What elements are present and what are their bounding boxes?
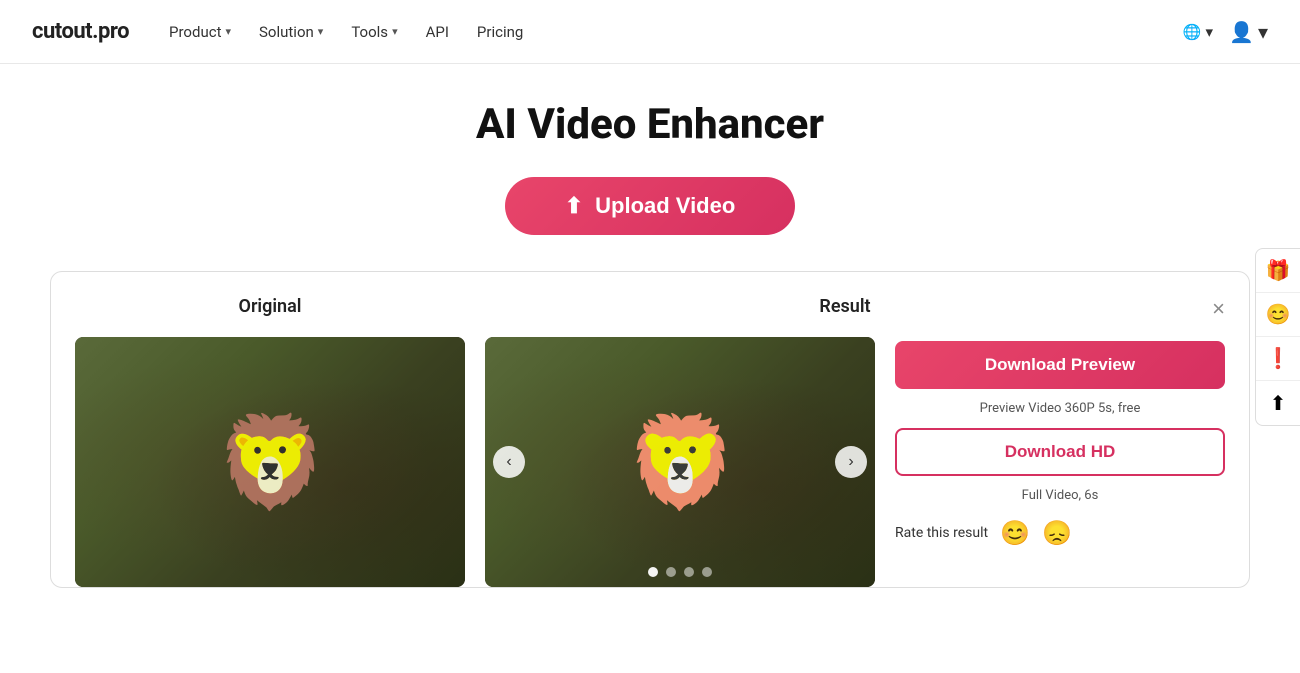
original-video-panel: 🦁: [75, 337, 465, 587]
original-label: Original: [75, 296, 465, 317]
solution-chevron-icon: ▾: [318, 25, 324, 38]
side-icons-panel: 🎁 😊 ❗ ⬆: [1255, 248, 1300, 426]
card-body: 🦁 🦁 ‹ › Download Preview: [75, 337, 1225, 587]
right-panel: Download Preview Preview Video 360P 5s, …: [895, 337, 1225, 547]
happy-emoji-button[interactable]: 😊: [1000, 519, 1030, 547]
navbar: cutout.pro Product ▾ Solution ▾ Tools ▾ …: [0, 0, 1300, 64]
download-hd-button[interactable]: Download HD: [895, 428, 1225, 476]
nav-item-solution[interactable]: Solution ▾: [259, 23, 323, 41]
prev-arrow-button[interactable]: ‹: [493, 446, 525, 478]
col-labels: Original Result: [75, 296, 1225, 317]
comparison-card: Original Result × 🦁 🦁 ‹ ›: [50, 271, 1250, 588]
user-chevron-icon: ▾: [1258, 20, 1268, 44]
upload-icon: ⬆: [565, 193, 583, 219]
result-video: 🦁: [485, 337, 875, 587]
logo[interactable]: cutout.pro: [32, 19, 129, 44]
download-preview-button[interactable]: Download Preview: [895, 341, 1225, 389]
nav-item-pricing[interactable]: Pricing: [477, 23, 523, 41]
main-content: AI Video Enhancer ⬆ Upload Video Origina…: [0, 64, 1300, 588]
card-header: Original Result ×: [75, 296, 1225, 317]
navbar-left: cutout.pro Product ▾ Solution ▾ Tools ▾ …: [32, 19, 523, 44]
user-icon: 👤: [1229, 20, 1254, 44]
sad-emoji-button[interactable]: 😞: [1042, 519, 1072, 547]
result-video-panel: 🦁 ‹ ›: [485, 337, 875, 587]
rate-row: Rate this result 😊 😞: [895, 519, 1225, 547]
alert-icon[interactable]: ❗: [1256, 337, 1300, 381]
dot-4[interactable]: [702, 567, 712, 577]
dot-3[interactable]: [684, 567, 694, 577]
result-label: Result: [465, 296, 1225, 317]
dots-indicator: [648, 567, 712, 577]
fish-result: 🦁: [624, 410, 736, 515]
upload-button-label: Upload Video: [595, 193, 735, 219]
nav-item-api[interactable]: API: [426, 23, 449, 41]
user-button[interactable]: 👤 ▾: [1229, 20, 1268, 44]
nav-item-product[interactable]: Product ▾: [169, 23, 231, 41]
close-button[interactable]: ×: [1212, 296, 1225, 322]
next-arrow-button[interactable]: ›: [835, 446, 867, 478]
upload-video-button[interactable]: ⬆ Upload Video: [505, 177, 796, 235]
product-chevron-icon: ▾: [225, 25, 231, 38]
dot-1[interactable]: [648, 567, 658, 577]
nav-item-tools[interactable]: Tools ▾: [351, 23, 397, 41]
hd-description: Full Video, 6s: [895, 488, 1225, 503]
navbar-right: 🌐 ▾ 👤 ▾: [1183, 20, 1268, 44]
preview-description: Preview Video 360P 5s, free: [895, 401, 1225, 416]
nav-links: Product ▾ Solution ▾ Tools ▾ API Pricing: [169, 23, 523, 41]
fish-original: 🦁: [214, 410, 326, 515]
page-title: AI Video Enhancer: [476, 100, 824, 149]
dot-2[interactable]: [666, 567, 676, 577]
upload-side-icon[interactable]: ⬆: [1256, 381, 1300, 425]
rate-label: Rate this result: [895, 525, 988, 541]
language-icon: 🌐: [1183, 23, 1202, 41]
tools-chevron-icon: ▾: [392, 25, 398, 38]
language-button[interactable]: 🌐 ▾: [1183, 23, 1213, 41]
original-video: 🦁: [75, 337, 465, 587]
language-chevron-icon: ▾: [1206, 23, 1214, 41]
gift-icon[interactable]: 🎁: [1256, 249, 1300, 293]
face-icon[interactable]: 😊: [1256, 293, 1300, 337]
